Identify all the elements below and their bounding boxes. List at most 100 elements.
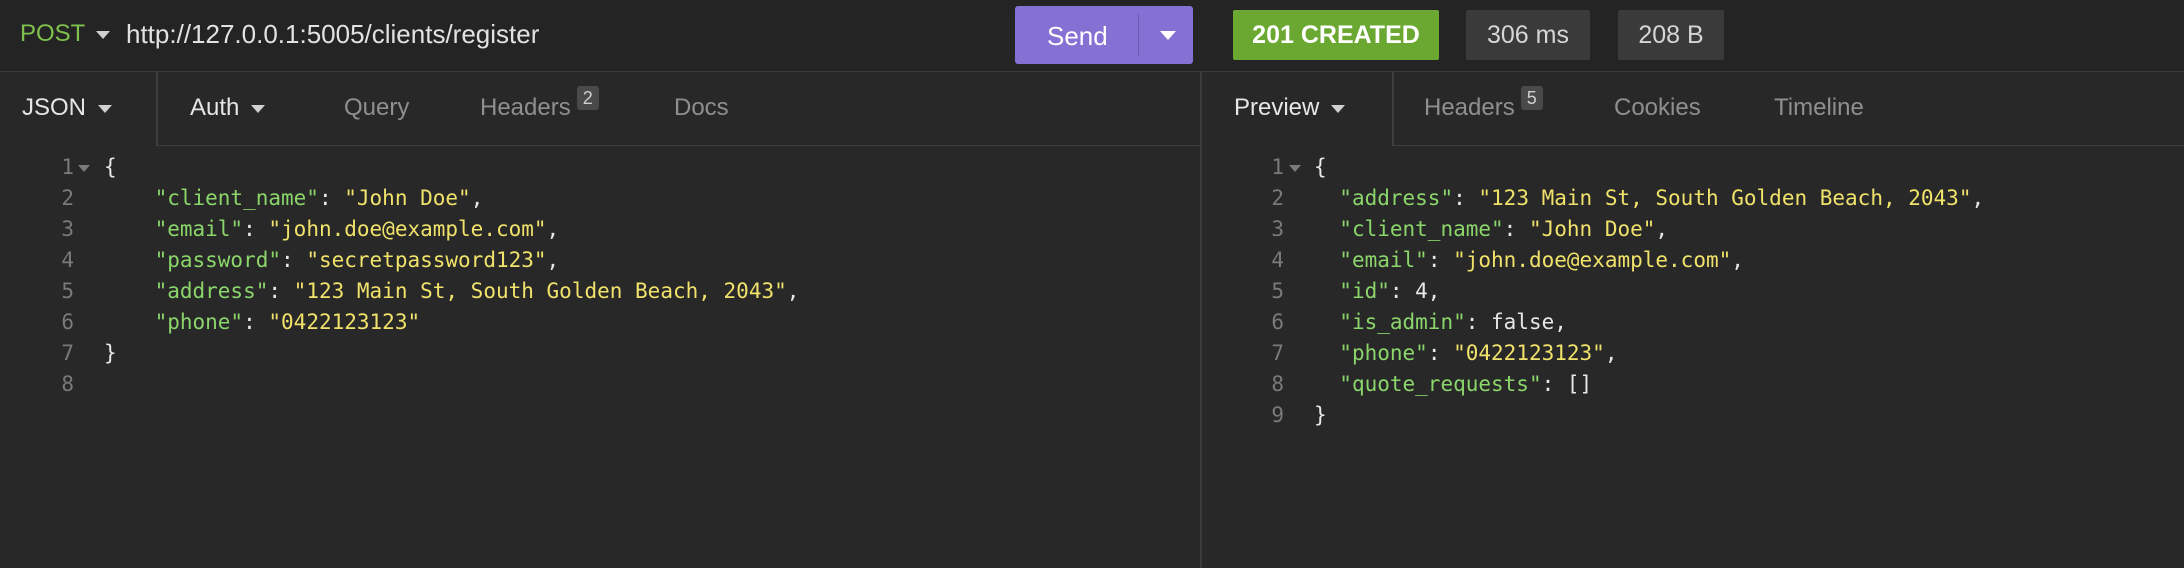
url-input[interactable]: http://127.0.0.1:5005/clients/register [126,19,539,50]
method-dropdown-icon[interactable] [96,31,110,39]
tab-docs[interactable]: Docs [674,94,729,122]
tab-json[interactable]: JSON [22,94,113,122]
json-key: "id" [1339,279,1390,303]
tab-cookies[interactable]: Cookies [1614,94,1701,122]
json-key: "is_admin" [1339,310,1466,334]
code-text: "address": "123 Main St, South Golden Be… [1314,183,1984,214]
chevron-down-icon [1331,104,1346,113]
line-number: 5 [61,279,74,303]
tab-auth[interactable]: Auth [190,94,266,122]
line-number: 1 [61,155,74,179]
json-punctuation [104,248,155,272]
tab-preview[interactable]: Preview [1234,94,1346,122]
json-string: "0422123123" [1453,341,1605,365]
json-punctuation [104,186,155,210]
status-badge: 201 CREATED [1233,10,1439,60]
json-string: "123 Main St, South Golden Beach, 2043" [293,279,787,303]
code-line: 1{ [0,152,1200,183]
code-line: 5 "address": "123 Main St, South Golden … [0,276,1200,307]
fold-chevron-icon[interactable] [1289,165,1301,172]
code-text: "email": "john.doe@example.com", [1314,245,1744,276]
json-key: "client_name" [154,186,319,210]
json-punctuation: , [470,186,484,210]
line-number: 7 [1271,341,1284,365]
response-tabs: Preview Headers 5 Cookies Timeline [1202,72,2184,146]
code-line: 6 "is_admin": false, [1202,307,2184,338]
headers-count-badge: 2 [576,86,599,110]
json-punctuation [1314,279,1339,303]
http-method-select[interactable]: POST [20,20,85,48]
json-punctuation: : [1427,248,1454,272]
tab-preview-label: Preview [1234,94,1320,121]
json-string: "123 Main St, South Golden Beach, 2043" [1478,186,1972,210]
json-string: "John Doe" [344,186,471,210]
tab-response-headers[interactable]: Headers 5 [1424,86,1543,122]
tab-headers-label: Headers [480,94,571,121]
tab-cookies-label: Cookies [1614,94,1701,121]
tab-underline [158,145,1200,146]
json-punctuation: : 4, [1389,279,1441,303]
code-text: } [1314,400,1327,431]
headers-count-badge: 5 [1520,86,1543,110]
json-punctuation: , [546,217,560,241]
line-number: 9 [1271,403,1284,427]
code-line: 2 "address": "123 Main St, South Golden … [1202,183,2184,214]
code-line: 7} [0,338,1200,369]
tab-headers[interactable]: Headers 2 [480,86,599,122]
json-punctuation: : [] [1541,372,1593,396]
json-punctuation: : [1503,217,1529,241]
tab-timeline[interactable]: Timeline [1774,94,1864,122]
json-punctuation [1314,217,1339,241]
send-options-chevron-icon[interactable] [1160,31,1176,40]
line-number: 2 [61,186,74,210]
json-punctuation: : false, [1465,310,1567,334]
code-text: "address": "123 Main St, South Golden Be… [104,276,800,307]
json-punctuation: : [281,248,307,272]
code-line: 7 "phone": "0422123123", [1202,338,2184,369]
tab-query[interactable]: Query [344,94,409,122]
line-number: 3 [1271,217,1284,241]
code-line: 6 "phone": "0422123123" [0,307,1200,338]
json-string: "john.doe@example.com" [268,217,547,241]
line-number: 6 [1271,310,1284,334]
json-punctuation: { [104,155,117,179]
code-line: 2 "client_name": "John Doe", [0,183,1200,214]
code-line: 4 "email": "john.doe@example.com", [1202,245,2184,276]
code-line: 4 "password": "secretpassword123", [0,245,1200,276]
json-punctuation [104,279,155,303]
json-key: "address" [154,279,269,303]
json-key: "email" [154,217,244,241]
line-number: 6 [61,310,74,334]
json-punctuation: , [546,248,560,272]
code-text: "client_name": "John Doe", [104,183,484,214]
json-string: "secretpassword123" [306,248,547,272]
line-number: 8 [61,372,74,396]
json-string: "john.doe@example.com" [1453,248,1732,272]
json-punctuation: : [243,310,269,334]
json-key: "client_name" [1339,217,1504,241]
code-line: 5 "id": 4, [1202,276,2184,307]
code-text: "quote_requests": [] [1314,369,1592,400]
response-time-badge: 306 ms [1466,10,1590,60]
json-key: "address" [1339,186,1454,210]
response-body-viewer[interactable]: 1{2 "address": "123 Main St, South Golde… [1202,152,2184,431]
json-punctuation [1314,372,1339,396]
json-punctuation: , [786,279,800,303]
line-number: 5 [1271,279,1284,303]
json-punctuation: , [1655,217,1669,241]
json-punctuation: } [1314,403,1327,427]
send-button[interactable]: Send [1015,6,1193,64]
json-punctuation: , [1971,186,1985,210]
json-key: "phone" [154,310,244,334]
send-button-label: Send [1047,21,1108,51]
fold-chevron-icon[interactable] [78,165,90,172]
code-line: 3 "email": "john.doe@example.com", [0,214,1200,245]
request-body-editor[interactable]: 1{2 "client_name": "John Doe", 3 "email":… [0,152,1200,400]
line-number: 2 [1271,186,1284,210]
code-line: 1{ [1202,152,2184,183]
code-line: 8 [0,369,1200,400]
code-text: { [104,152,117,183]
tab-underline [1394,145,2184,146]
json-punctuation [1314,186,1339,210]
json-punctuation: : [1453,186,1479,210]
